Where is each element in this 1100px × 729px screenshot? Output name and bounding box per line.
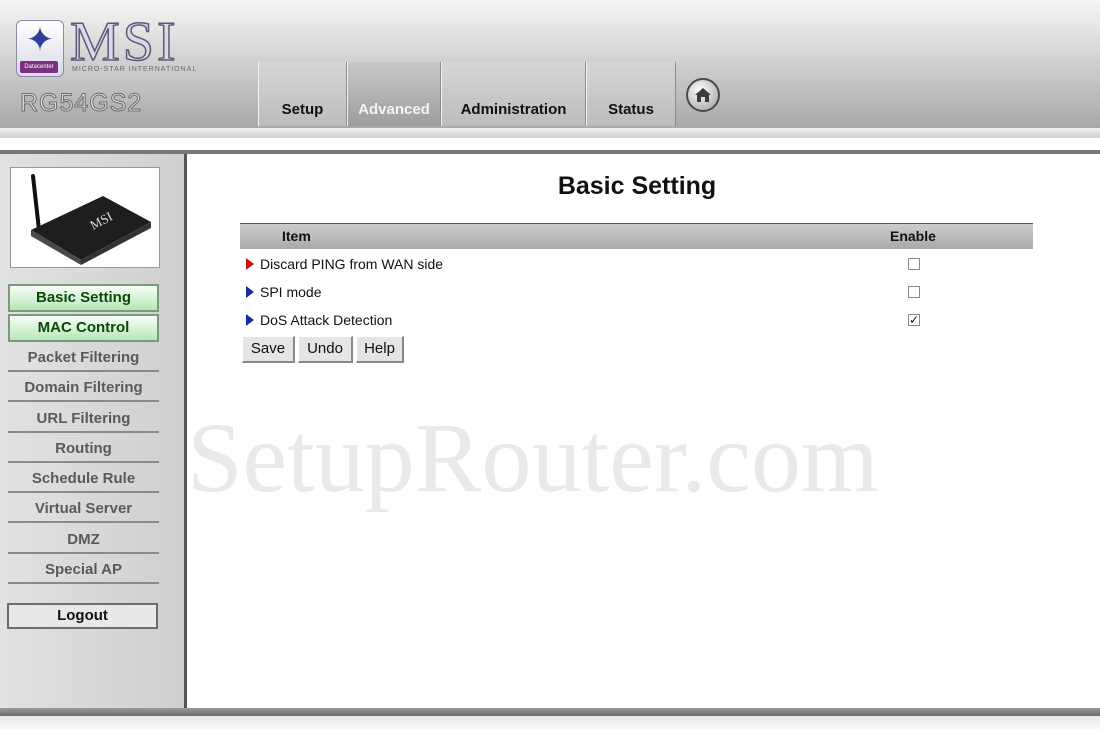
save-button[interactable]: Save <box>242 336 295 363</box>
logo-tag: Datacenter <box>20 61 58 73</box>
home-icon[interactable] <box>686 78 720 112</box>
bullet-arrow-icon <box>246 286 254 298</box>
sidebar-item-virtual-server[interactable]: Virtual Server <box>8 495 159 523</box>
sidebar-item-schedule-rule[interactable]: Schedule Rule <box>8 465 159 493</box>
watermark: SetupRouter.com <box>187 402 879 513</box>
header-divider <box>0 128 1100 138</box>
dos-attack-checkbox[interactable]: ✓ <box>908 314 920 326</box>
router-picture: MSI <box>31 174 151 265</box>
discard-ping-checkbox[interactable] <box>908 258 920 270</box>
footer-bar <box>0 708 1100 716</box>
row-label: Discard PING from WAN side <box>260 256 444 272</box>
table-row: Discard PING from WAN side <box>240 251 1033 277</box>
sidebar-item-mac-control[interactable]: MAC Control <box>8 314 159 342</box>
tab-label: Administration <box>460 101 567 118</box>
header-gap <box>0 138 1100 150</box>
header-bar: ✦ Datacenter MSI MICRO-STAR INTERNATIONA… <box>0 0 1100 128</box>
house-glyph <box>695 88 711 102</box>
sidebar-item-dmz[interactable]: DMZ <box>8 526 159 554</box>
tab-status[interactable]: Status <box>586 62 676 126</box>
tab-label: Status <box>608 101 654 118</box>
sidebar-item-domain-filtering[interactable]: Domain Filtering <box>8 374 159 402</box>
tab-setup[interactable]: Setup <box>258 62 347 126</box>
table-header: Item Enable <box>240 223 1033 249</box>
bullet-arrow-icon <box>246 314 254 326</box>
tab-label: Setup <box>281 101 324 118</box>
star-emblem-icon: ✦ <box>25 21 55 59</box>
help-button[interactable]: Help <box>356 336 404 363</box>
row-label: SPI mode <box>260 284 322 300</box>
bullet-arrow-icon <box>246 258 254 270</box>
column-header-item: Item <box>282 228 311 244</box>
spi-mode-checkbox[interactable] <box>908 286 920 298</box>
sidebar-item-url-filtering[interactable]: URL Filtering <box>8 405 159 433</box>
sidebar-item-routing[interactable]: Routing <box>8 435 159 463</box>
tab-label: Advanced <box>358 101 430 118</box>
logout-button[interactable]: Logout <box>7 603 158 629</box>
page-title: Basic Setting <box>557 172 717 200</box>
brand-subtitle: MICRO-STAR INTERNATIONAL <box>72 66 198 73</box>
table-row: DoS Attack Detection ✓ <box>240 307 1033 333</box>
msi-logo-badge: ✦ Datacenter <box>16 20 64 77</box>
tab-administration[interactable]: Administration <box>441 62 586 126</box>
table-row: SPI mode <box>240 279 1033 305</box>
column-header-enable: Enable <box>890 228 936 244</box>
footer-strip <box>0 716 1100 729</box>
undo-button[interactable]: Undo <box>298 336 353 363</box>
router-image: MSI <box>10 167 160 268</box>
model-name: RG54GS2 <box>19 89 143 118</box>
tab-advanced[interactable]: Advanced <box>347 62 441 126</box>
sidebar-item-special-ap[interactable]: Special AP <box>8 556 159 584</box>
sidebar-item-packet-filtering[interactable]: Packet Filtering <box>8 344 159 372</box>
sidebar-item-basic-setting[interactable]: Basic Setting <box>8 284 159 312</box>
brand-logo: MSI <box>69 11 179 73</box>
row-label: DoS Attack Detection <box>260 312 393 328</box>
